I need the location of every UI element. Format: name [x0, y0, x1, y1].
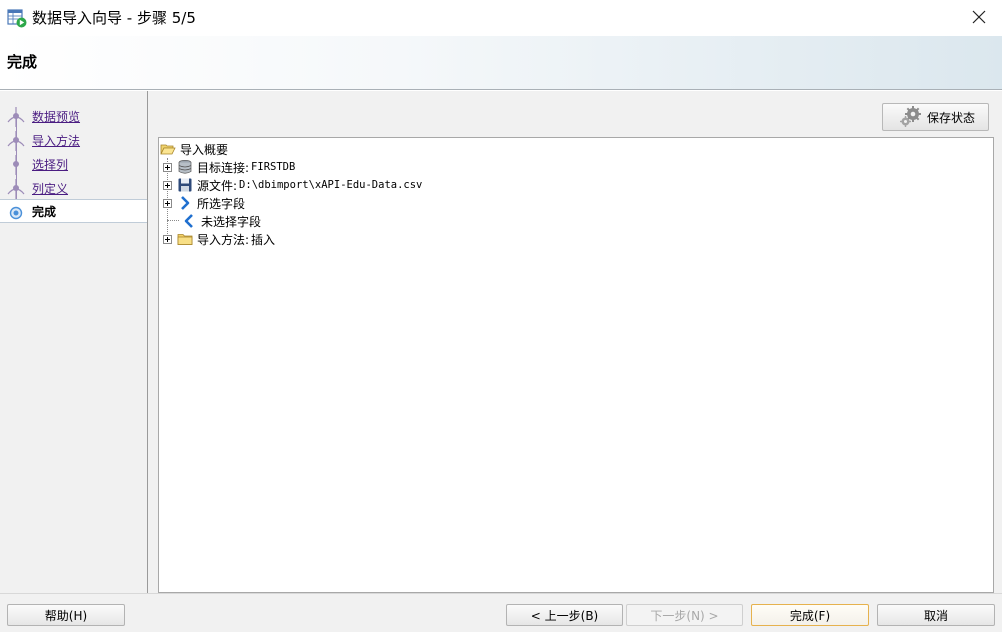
step-data-preview[interactable]: 数据预览 — [0, 105, 147, 129]
wizard-header: 完成 — [0, 36, 1002, 90]
close-icon — [972, 10, 986, 24]
chevron-right-icon — [181, 196, 190, 210]
tree-root-label: 导入概要 — [180, 142, 229, 157]
table-import-icon — [7, 9, 27, 28]
step-label: 完成 — [32, 205, 57, 219]
title-bar: 数据导入向导 - 步骤 5/5 — [0, 0, 1002, 36]
wizard-button-bar: 帮助(H) < 上一步(B) 下一步(N) > 完成(F) 取消 — [0, 593, 1002, 632]
window-title: 数据导入向导 - 步骤 5/5 — [32, 9, 196, 27]
help-button[interactable]: 帮助(H) — [7, 604, 125, 626]
step-marker-icon — [7, 131, 25, 151]
step-label: 列定义 — [32, 182, 69, 196]
tree-root[interactable]: 导入概要 — [160, 140, 228, 158]
save-state-label: 保存状态 — [927, 110, 976, 125]
tree-item-name: 导入方法: — [197, 232, 250, 247]
step-finish[interactable]: 完成 — [0, 199, 147, 223]
save-disk-icon — [178, 178, 192, 192]
finish-button[interactable]: 完成(F) — [751, 604, 869, 626]
wizard-steps-panel: 数据预览 导入方法 选择列 列定义 完成 — [0, 91, 148, 593]
tree-item-name: 未选择字段 — [201, 214, 262, 229]
page-title: 完成 — [7, 53, 38, 71]
back-button[interactable]: < 上一步(B) — [506, 604, 623, 626]
folder-open-icon — [160, 144, 176, 155]
step-label: 选择列 — [32, 158, 69, 172]
tree-item-value: FIRSTDB — [251, 161, 296, 173]
step-label: 数据预览 — [32, 110, 81, 124]
expand-toggle[interactable] — [163, 180, 172, 190]
tree-connector — [167, 220, 179, 221]
step-import-method[interactable]: 导入方法 — [0, 129, 147, 153]
save-state-button[interactable]: 保存状态 — [882, 103, 989, 131]
expand-toggle[interactable] — [163, 234, 172, 244]
tree-item-target-connection[interactable]: 目标连接: FIRSTDB — [163, 158, 295, 176]
tree-item-name: 所选字段 — [197, 196, 246, 211]
tree-item-selected-fields[interactable]: 所选字段 — [163, 194, 245, 212]
next-button[interactable]: 下一步(N) > — [626, 604, 743, 626]
import-summary-tree[interactable]: 导入概要 目标连接: FIRSTDB 源文件: D:\dbimport\xAPI… — [158, 137, 994, 593]
step-active-marker-icon — [9, 206, 23, 220]
tree-item-value: 插入 — [251, 232, 276, 247]
step-select-columns[interactable]: 选择列 — [0, 153, 147, 177]
tree-item-value: D:\dbimport\xAPI-Edu-Data.csv — [239, 179, 423, 191]
main-panel: 保存状态 导入概要 目标连接: FIRSTDB 源文件: D:\dbimport… — [148, 91, 1002, 593]
step-marker-icon — [13, 155, 19, 175]
close-button[interactable] — [956, 0, 1002, 34]
tree-item-import-method[interactable]: 导入方法: 插入 — [163, 230, 275, 248]
expand-toggle[interactable] — [163, 198, 172, 208]
cancel-button[interactable]: 取消 — [877, 604, 995, 626]
database-icon — [178, 159, 192, 174]
gears-icon — [900, 106, 921, 127]
tree-item-name: 目标连接: — [197, 160, 250, 175]
step-marker-icon — [7, 107, 25, 127]
tree-item-unselected-fields[interactable]: 未选择字段 — [181, 212, 261, 230]
step-marker-icon — [7, 179, 25, 199]
step-column-definition[interactable]: 列定义 — [0, 177, 147, 201]
expand-toggle[interactable] — [163, 162, 172, 172]
tree-item-name: 源文件: — [197, 178, 238, 193]
tree-item-source-file[interactable]: 源文件: D:\dbimport\xAPI-Edu-Data.csv — [163, 176, 422, 194]
folder-icon — [177, 234, 193, 245]
step-label: 导入方法 — [32, 134, 81, 148]
chevron-left-icon — [184, 214, 193, 228]
